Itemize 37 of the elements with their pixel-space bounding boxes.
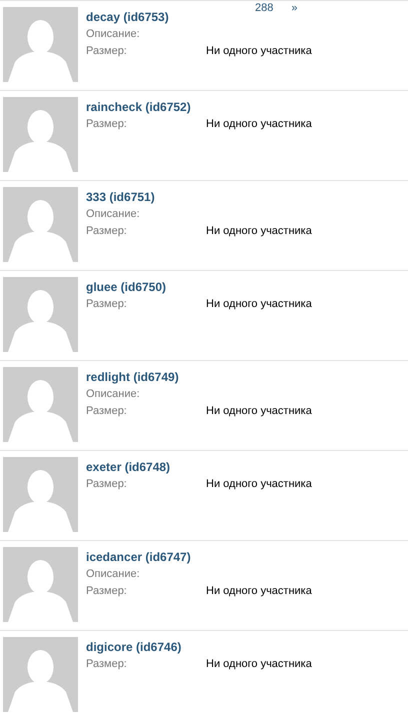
avatar-placeholder-icon bbox=[3, 277, 78, 352]
next-page-link[interactable]: » bbox=[291, 0, 298, 16]
field-label: Описание: bbox=[86, 27, 141, 42]
avatar-placeholder-icon bbox=[3, 547, 78, 622]
field-label: Размер: bbox=[86, 117, 128, 132]
field-value: Ни одного участника bbox=[206, 477, 312, 492]
field-value: Ни одного участника bbox=[206, 404, 312, 419]
field-value: Ни одного участника bbox=[206, 44, 312, 59]
group-title-link[interactable]: icedancer (id6747) bbox=[86, 549, 312, 565]
field-value: Ни одного участника bbox=[206, 657, 312, 672]
avatar-placeholder-icon bbox=[3, 7, 78, 82]
field-label: Размер: bbox=[86, 657, 128, 672]
avatar-placeholder-icon bbox=[3, 367, 78, 442]
field-value: Ни одного участника bbox=[206, 224, 312, 239]
field-label: Описание: bbox=[86, 207, 141, 222]
group-title-link[interactable]: exeter (id6748) bbox=[86, 459, 312, 475]
avatar-placeholder-icon bbox=[3, 97, 78, 172]
field-label: Размер: bbox=[86, 44, 128, 59]
field-label: Размер: bbox=[86, 224, 128, 239]
group-title-link[interactable]: digicore (id6746) bbox=[86, 639, 312, 655]
group-title-link[interactable]: 333 (id6751) bbox=[86, 189, 312, 205]
avatar-placeholder-icon bbox=[3, 457, 78, 532]
field-label: Размер: bbox=[86, 584, 128, 599]
field-label: Размер: bbox=[86, 297, 128, 312]
field-label: Описание: bbox=[86, 567, 141, 582]
field-label: Размер: bbox=[86, 477, 128, 492]
group-title-link[interactable]: raincheck (id6752) bbox=[86, 99, 312, 115]
page-number[interactable]: 288 bbox=[255, 0, 274, 16]
group-title-link[interactable]: redlight (id6749) bbox=[86, 369, 312, 385]
avatar-placeholder-icon bbox=[3, 187, 78, 262]
field-label: Размер: bbox=[86, 404, 128, 419]
field-value: Ни одного участника bbox=[206, 584, 312, 599]
field-value: Ни одного участника bbox=[206, 297, 312, 312]
field-label: Описание: bbox=[86, 387, 141, 402]
avatar-placeholder-icon bbox=[3, 637, 78, 712]
field-value: Ни одного участника bbox=[206, 117, 312, 132]
group-title-link[interactable]: gluee (id6750) bbox=[86, 279, 312, 295]
